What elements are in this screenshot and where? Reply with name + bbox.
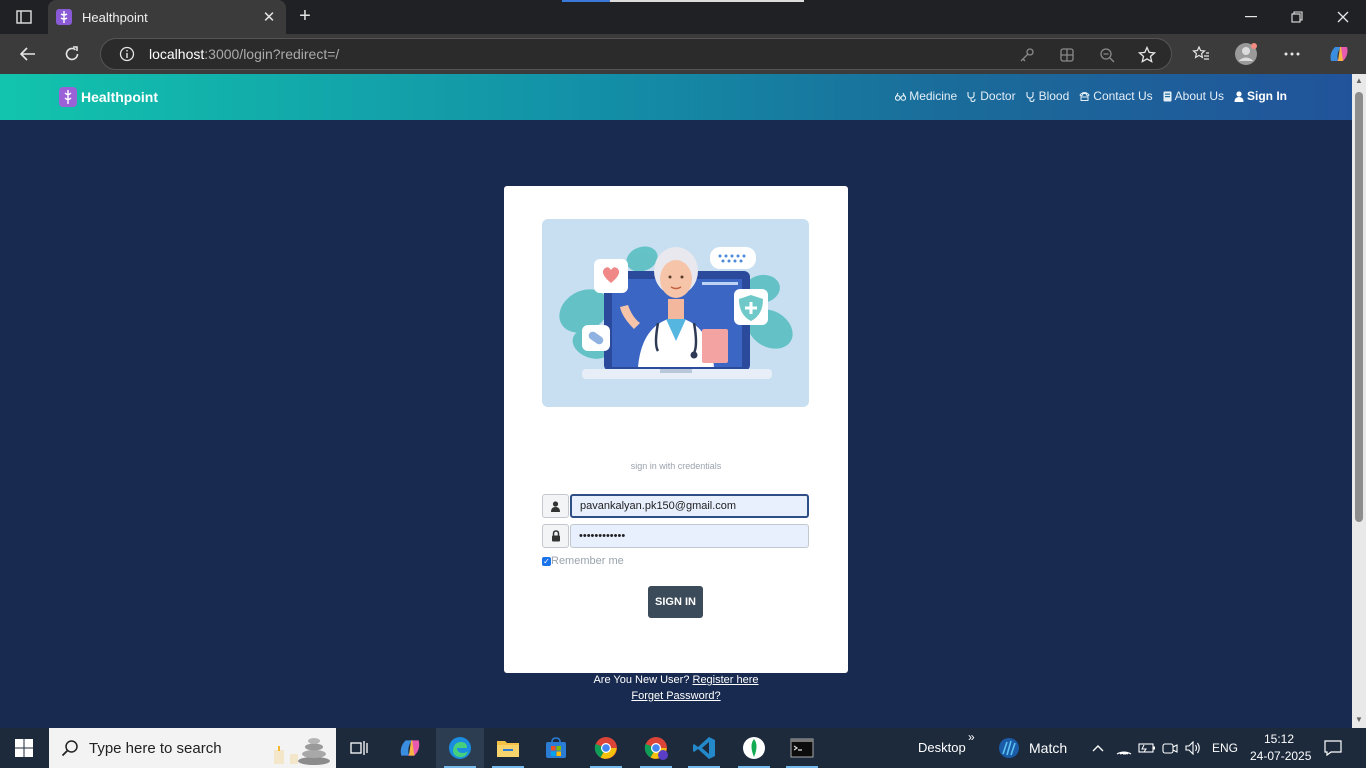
binoculars-icon xyxy=(895,92,907,101)
stethoscope-icon xyxy=(967,91,976,102)
refresh-button[interactable] xyxy=(57,40,87,68)
taskbar-search[interactable]: Type here to search xyxy=(49,728,336,768)
contact-icon xyxy=(1079,92,1090,101)
email-input[interactable] xyxy=(570,494,809,518)
wifi-icon[interactable] xyxy=(1114,728,1134,768)
stethoscope-icon xyxy=(1026,91,1035,102)
clock-date[interactable]: 24-07-2025 xyxy=(1250,749,1311,763)
password-row xyxy=(542,524,809,548)
toolbar-expand-icon[interactable]: » xyxy=(968,730,975,744)
profile-avatar-icon[interactable] xyxy=(1231,40,1261,68)
desktop-toolbar-label[interactable]: Desktop xyxy=(918,740,966,755)
favorites-icon[interactable] xyxy=(1186,40,1216,68)
menu-item-about-us[interactable]: About Us xyxy=(1163,89,1224,103)
battery-icon[interactable] xyxy=(1137,728,1157,768)
forgot-password-link[interactable]: Forget Password? xyxy=(631,690,720,702)
minimize-button[interactable] xyxy=(1228,0,1274,34)
doctor-illustration xyxy=(542,219,809,407)
menu-item-contact-us[interactable]: Contact Us xyxy=(1079,89,1153,103)
menu-item-doctor[interactable]: Doctor xyxy=(967,89,1016,103)
meet-now-icon[interactable] xyxy=(1160,728,1180,768)
forgot-line: Forget Password? xyxy=(504,690,848,702)
browser-toolbar: localhost:3000/login?redirect=/ xyxy=(0,34,1366,74)
remember-me[interactable]: ✓ Remember me xyxy=(542,555,624,567)
site-header: Healthpoint Medicine Doctor Blood Contac… xyxy=(0,74,1352,120)
remember-label: Remember me xyxy=(551,555,624,567)
windows-taskbar: Type here to search Desktop » Match ENG … xyxy=(0,728,1366,768)
favorite-star-icon[interactable] xyxy=(1137,45,1157,65)
mongodb-compass-icon[interactable] xyxy=(730,728,778,768)
restore-button[interactable] xyxy=(1274,0,1320,34)
scroll-down-icon[interactable]: ▼ xyxy=(1355,716,1363,724)
search-placeholder: Type here to search xyxy=(89,739,222,757)
close-window-button[interactable] xyxy=(1320,0,1366,34)
scroll-up-icon[interactable]: ▲ xyxy=(1355,77,1363,85)
start-button[interactable] xyxy=(0,728,48,768)
terminal-icon[interactable] xyxy=(778,728,826,768)
copilot-app-icon[interactable] xyxy=(386,728,434,768)
browser-tab-bar: Healthpoint ✕ + xyxy=(0,0,1366,34)
site-info-icon[interactable] xyxy=(111,46,143,62)
tab-close-icon[interactable]: ✕ xyxy=(260,8,278,26)
widget-label[interactable]: Match xyxy=(1029,740,1067,756)
url-text: localhost:3000/login?redirect=/ xyxy=(149,46,340,62)
page-scrollbar[interactable]: ▲ ▼ xyxy=(1352,74,1366,728)
task-view-icon[interactable] xyxy=(336,728,384,768)
notifications-icon[interactable] xyxy=(1318,728,1348,768)
caduceus-logo-icon xyxy=(59,87,77,107)
user-icon xyxy=(542,494,569,518)
search-icon xyxy=(61,740,78,757)
back-button[interactable] xyxy=(13,40,43,68)
app-available-icon[interactable] xyxy=(1057,45,1077,65)
remember-checkbox[interactable]: ✓ xyxy=(542,556,551,566)
brand-name: Healthpoint xyxy=(81,89,158,105)
page-body: Healthpoint Medicine Doctor Blood Contac… xyxy=(0,74,1352,728)
clock-time[interactable]: 15:12 xyxy=(1264,732,1294,746)
edge-browser-icon[interactable] xyxy=(436,728,484,768)
register-link[interactable]: Register here xyxy=(693,674,759,686)
volume-icon[interactable] xyxy=(1183,728,1203,768)
file-explorer-icon[interactable] xyxy=(484,728,532,768)
menu-item-sign-in[interactable]: Sign In xyxy=(1234,89,1287,103)
menu-item-medicine[interactable]: Medicine xyxy=(895,89,957,103)
email-row xyxy=(542,494,809,518)
more-options-icon[interactable] xyxy=(1277,40,1307,68)
microsoft-store-icon[interactable] xyxy=(532,728,580,768)
windows-logo-icon xyxy=(15,739,33,757)
chevron-up-icon[interactable] xyxy=(1088,728,1108,768)
scroll-thumb[interactable] xyxy=(1355,92,1363,522)
healthpoint-favicon xyxy=(56,9,72,25)
sign-in-button[interactable]: SIGN IN xyxy=(648,586,703,618)
address-bar[interactable]: localhost:3000/login?redirect=/ xyxy=(100,38,1172,70)
main-menu: Medicine Doctor Blood Contact Us About U… xyxy=(895,89,1287,103)
chrome-icon[interactable] xyxy=(582,728,630,768)
vscode-icon[interactable] xyxy=(680,728,728,768)
ipl-weather-icon[interactable] xyxy=(994,728,1024,768)
lock-icon xyxy=(542,524,569,548)
key-icon[interactable] xyxy=(1017,45,1037,65)
page-load-progress xyxy=(562,0,804,2)
book-icon xyxy=(1163,91,1172,101)
tab-title: Healthpoint xyxy=(82,9,148,25)
browser-tab[interactable]: Healthpoint ✕ xyxy=(48,0,286,34)
brand-logo[interactable]: Healthpoint xyxy=(59,87,158,107)
copilot-icon[interactable] xyxy=(1324,40,1354,68)
new-user-text: Are You New User? xyxy=(593,674,690,686)
language-indicator[interactable]: ENG xyxy=(1212,741,1238,755)
search-highlight-image xyxy=(274,738,330,765)
register-line: Are You New User? Register here xyxy=(504,674,848,686)
login-card: sign in with credentials ✓ Remember me S… xyxy=(504,186,848,673)
new-tab-button[interactable]: + xyxy=(294,5,316,27)
user-icon xyxy=(1234,90,1244,102)
password-input[interactable] xyxy=(570,524,809,548)
menu-item-blood[interactable]: Blood xyxy=(1026,89,1069,103)
signin-subtitle: sign in with credentials xyxy=(630,461,722,471)
chrome-profile-icon[interactable] xyxy=(632,728,680,768)
zoom-out-icon[interactable] xyxy=(1097,45,1117,65)
tab-actions-icon[interactable] xyxy=(8,6,40,28)
